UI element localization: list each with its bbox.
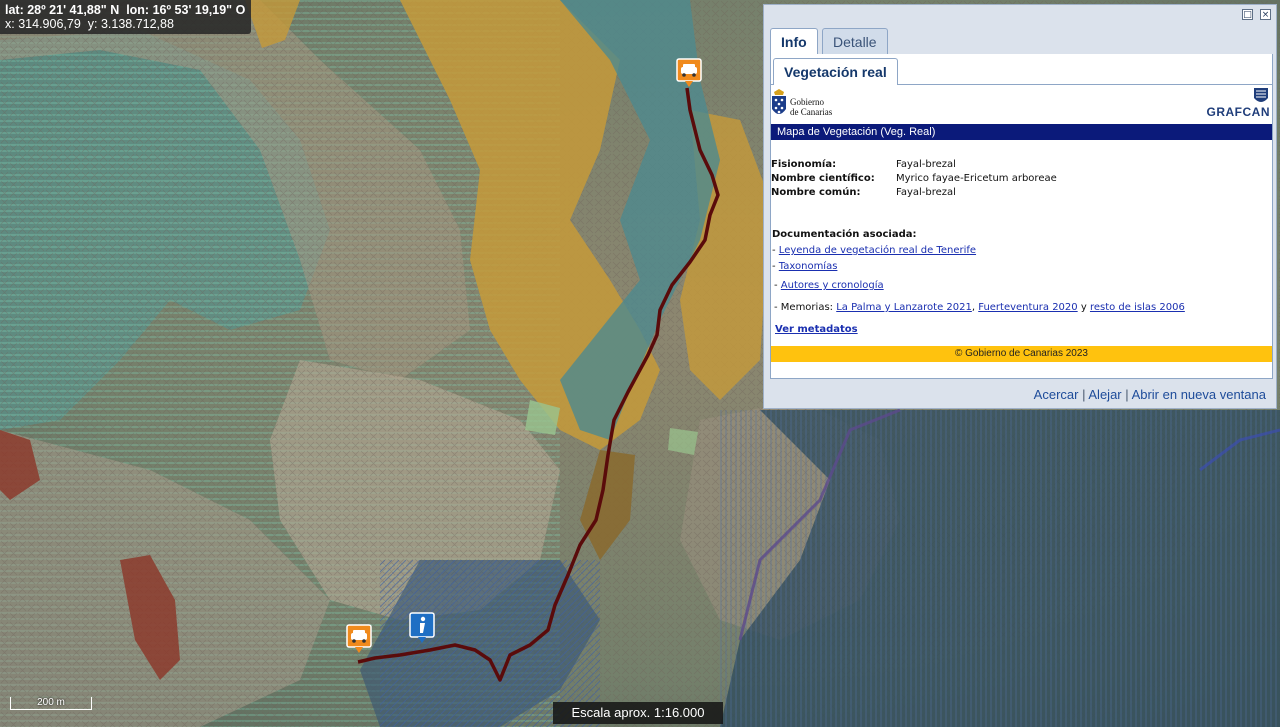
close-icon[interactable]: × — [1260, 9, 1271, 20]
info-panel: □ × Info Detalle Vegetación real Gobiern… — [763, 4, 1277, 409]
docs-heading: Documentación asociada: — [772, 229, 917, 240]
action-separator: | — [1125, 387, 1129, 402]
grafcan-logo: GRAFCAN — [1202, 86, 1272, 120]
lat-label: lat: — [5, 3, 24, 17]
panel-header: □ × — [764, 5, 1276, 27]
doc-link-row: - Leyenda de vegetación real de Tenerife — [772, 245, 977, 256]
tab-detalle[interactable]: Detalle — [822, 28, 888, 54]
memoria-link-lapalma[interactable]: La Palma y Lanzarote 2021 — [836, 302, 972, 313]
forest-hatch — [720, 410, 1280, 727]
memorias-row: - Memorias: La Palma y Lanzarote 2021, F… — [774, 302, 1185, 313]
logo-line-2: de Canarias — [790, 107, 833, 117]
info-marker[interactable] — [409, 612, 435, 644]
panel-tabs: Info Detalle — [770, 28, 1273, 55]
scale-bar: 200 m — [10, 697, 92, 710]
panel-actions: Acercar | Alejar | Abrir en nueva ventan… — [1034, 387, 1266, 402]
attribute-list: Fisionomía: Fayal-brezal Nombre científi… — [771, 158, 1261, 200]
attribute-label: Nombre común: — [771, 187, 861, 198]
car-marker-top[interactable] — [676, 58, 702, 88]
lon-label: lon: — [126, 3, 150, 17]
grafcan-shield-icon — [1254, 88, 1268, 102]
attribute-label: Fisionomía: — [771, 159, 837, 170]
x-label: x: — [5, 17, 15, 31]
zoom-out-link[interactable]: Alejar — [1088, 387, 1121, 402]
tab-info[interactable]: Info — [770, 28, 818, 55]
x-value: 314.906,79 — [18, 17, 81, 31]
ver-metadatos-link[interactable]: Ver metadatos — [775, 324, 858, 335]
gobierno-canarias-logo: Gobierno de Canarias — [771, 88, 851, 120]
maximize-icon[interactable]: □ — [1242, 9, 1253, 20]
doc-link-leyenda[interactable]: Leyenda de vegetación real de Tenerife — [779, 245, 976, 256]
car-marker-bottom[interactable] — [346, 624, 372, 654]
attribute-row: Nombre común: Fayal-brezal — [771, 186, 1261, 200]
attribute-value: Myrico fayae-Ericetum arboreae — [896, 173, 1057, 184]
attribute-row: Nombre científico: Myrico fayae-Ericetum… — [771, 172, 1261, 186]
layer-title: Mapa de Vegetación (Veg. Real) — [771, 124, 1272, 140]
copyright-bar: © Gobierno de Canarias 2023 — [771, 346, 1272, 362]
coordinates-readout: lat: 28º 21' 41,88" N lon: 16º 53' 19,19… — [0, 0, 252, 34]
attribute-value: Fayal-brezal — [896, 187, 956, 198]
panel-content: Vegetación real Gobierno de Canarias GRA… — [770, 54, 1273, 379]
layer-tabs: Vegetación real — [771, 58, 1272, 85]
car-icon — [676, 58, 702, 87]
attribute-value: Fayal-brezal — [896, 159, 956, 170]
memorias-separator: y — [1080, 302, 1087, 313]
tab-vegetacion-real[interactable]: Vegetación real — [773, 58, 898, 85]
attribute-label: Nombre científico: — [771, 173, 875, 184]
metadata-row: Ver metadatos — [775, 324, 858, 335]
info-icon — [409, 612, 435, 643]
zoom-in-link[interactable]: Acercar — [1034, 387, 1079, 402]
gobierno-canarias-text: Gobierno de Canarias — [790, 97, 832, 117]
car-icon — [346, 624, 372, 653]
memorias-label: - Memorias: — [774, 302, 834, 313]
action-separator: | — [1082, 387, 1086, 402]
logo-line-1: Gobierno — [790, 97, 824, 107]
memoria-link-resto[interactable]: resto de islas 2006 — [1090, 302, 1185, 313]
grafcan-text: GRAFCAN — [1206, 105, 1270, 119]
open-new-window-link[interactable]: Abrir en nueva ventana — [1132, 387, 1266, 402]
scale-text: Escala aprox. 1:16.000 — [553, 702, 723, 724]
doc-link-taxonomias[interactable]: Taxonomías — [779, 261, 838, 272]
memoria-link-fuerteventura[interactable]: Fuerteventura 2020 — [978, 302, 1077, 313]
coat-of-arms-icon — [772, 89, 786, 114]
attribute-row: Fisionomía: Fayal-brezal — [771, 158, 1261, 172]
y-value: 3.138.712,88 — [100, 17, 174, 31]
doc-link-autores[interactable]: Autores y cronología — [781, 280, 884, 291]
doc-link-row: - Taxonomías — [772, 261, 838, 272]
lon-value: 16º 53' 19,19" O — [152, 3, 246, 17]
lat-value: 28º 21' 41,88" N — [27, 3, 120, 17]
doc-link-row: - Autores y cronología — [774, 280, 884, 291]
y-label: y: — [87, 17, 98, 31]
memorias-separator: , — [971, 302, 976, 313]
